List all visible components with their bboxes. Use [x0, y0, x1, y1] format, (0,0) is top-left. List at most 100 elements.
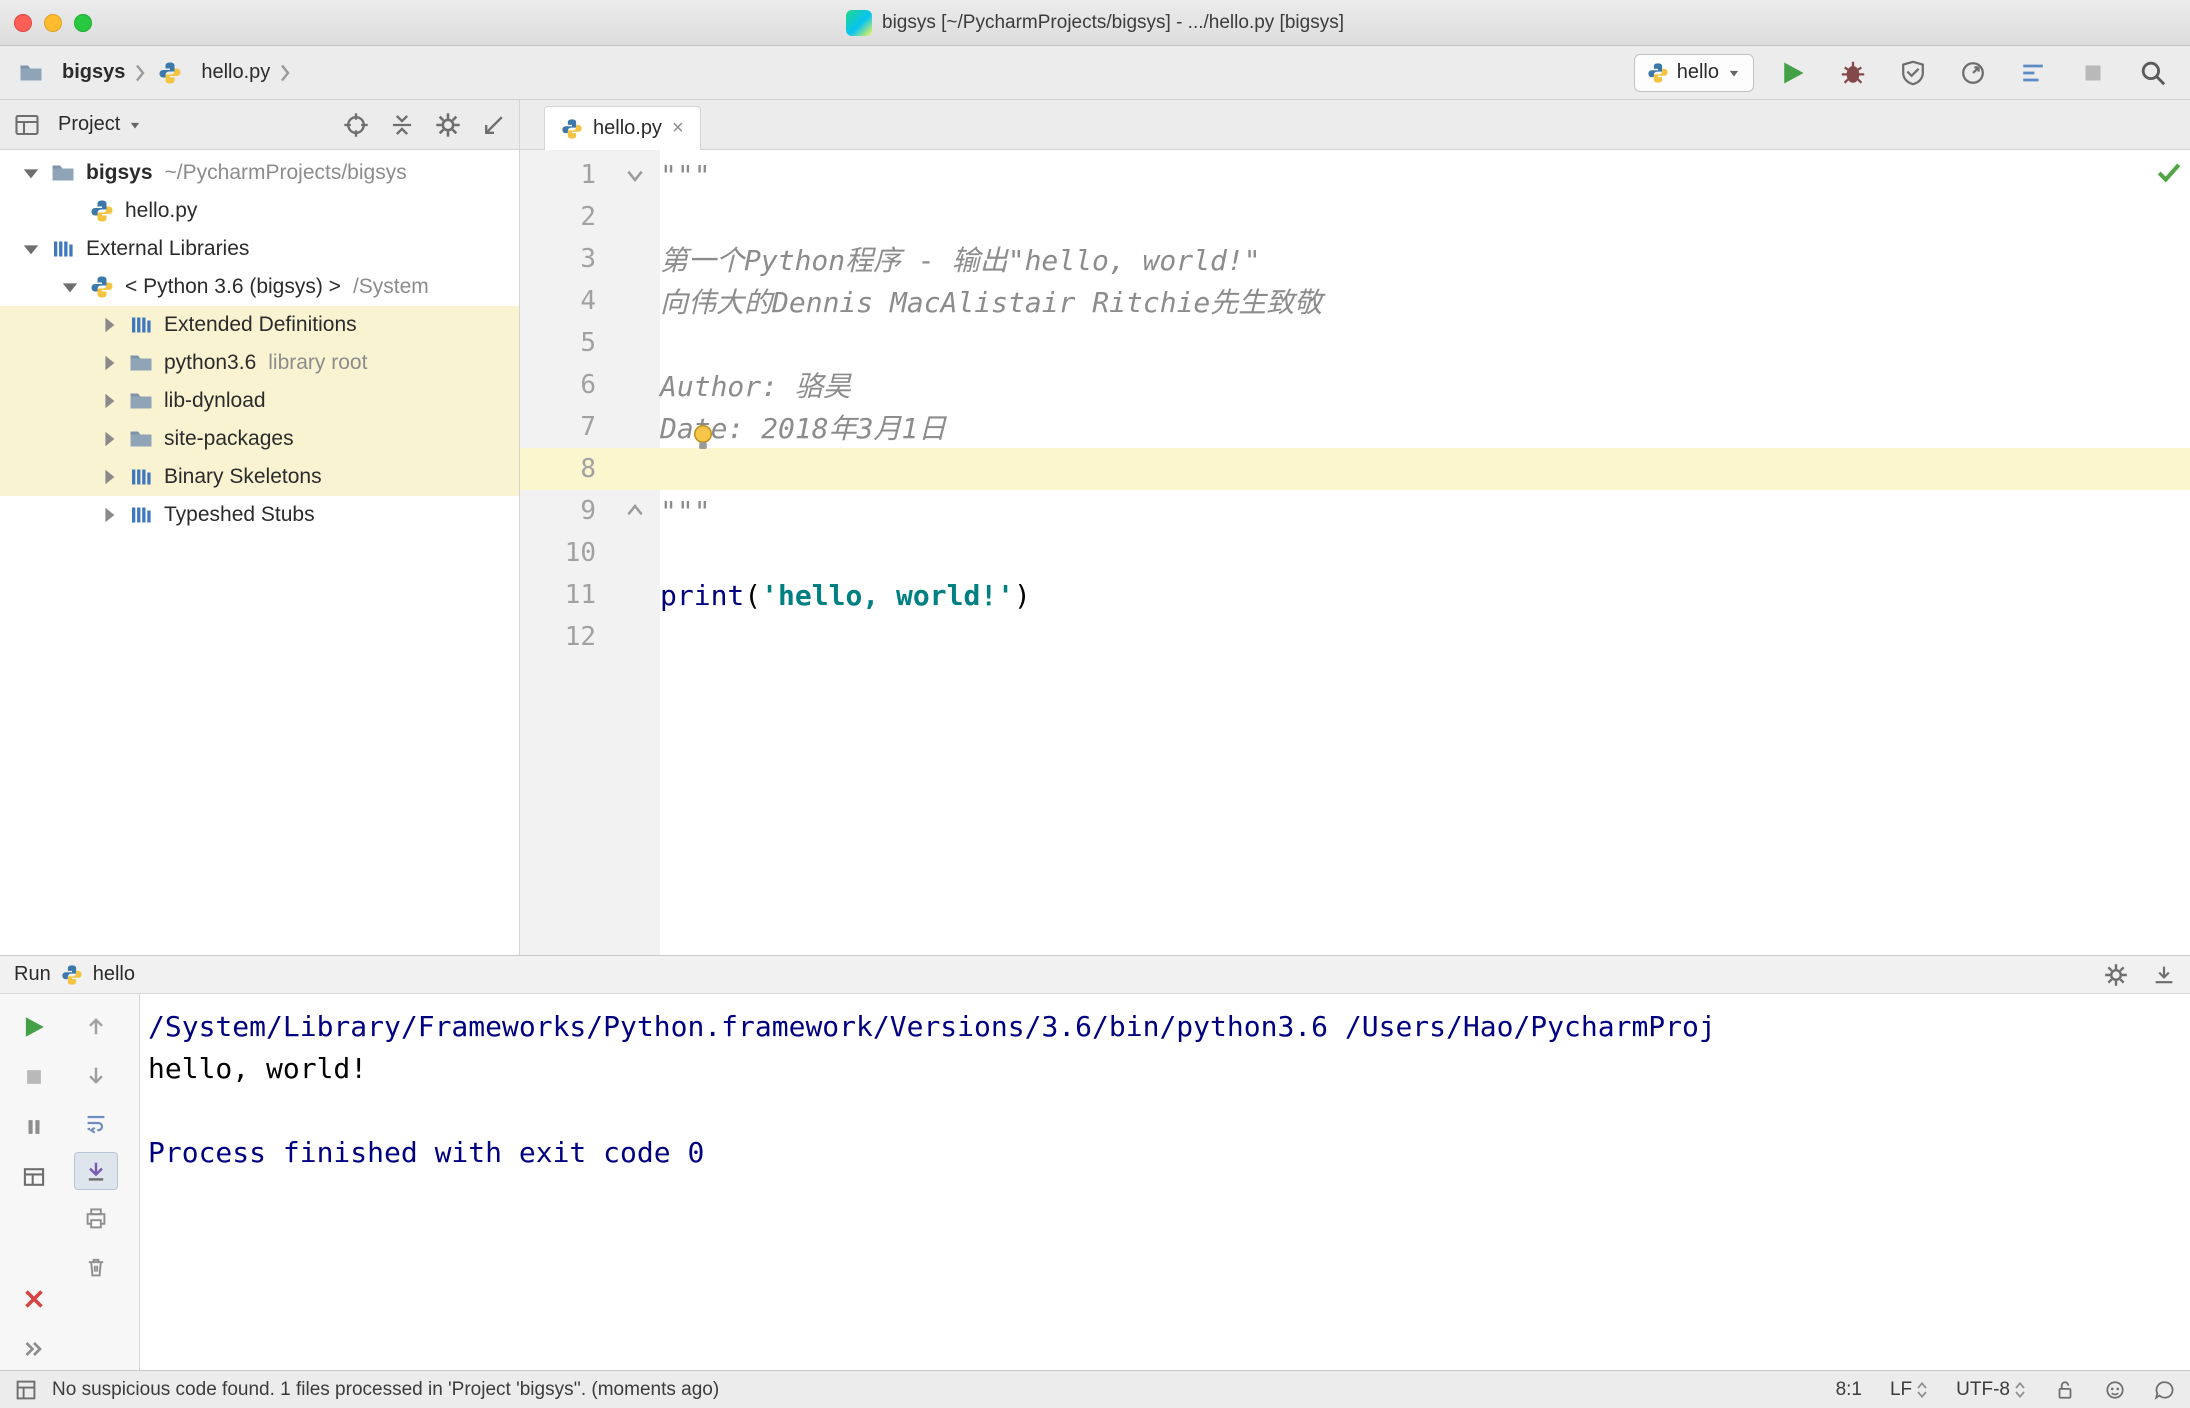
tree-item-binary-skeletons[interactable]: Binary Skeletons: [0, 458, 519, 496]
editor-tab-bar: hello.py ×: [520, 100, 2190, 150]
chevron-collapsed-icon[interactable]: [92, 392, 126, 410]
chevron-expanded-icon[interactable]: [53, 278, 87, 296]
intention-bulb-icon[interactable]: [688, 422, 718, 452]
code-text[interactable]: """: [660, 495, 2190, 528]
chevron-updown-icon: [2015, 1381, 2025, 1398]
run-with-coverage-button[interactable]: [1892, 53, 1934, 93]
chevron-collapsed-icon[interactable]: [92, 354, 126, 372]
toolwindow-toggle-icon[interactable]: [14, 1378, 38, 1402]
code-text[interactable]: 第一个Python程序 - 输出"hello, world!": [660, 239, 2190, 279]
line-separator-widget[interactable]: LF: [1890, 1379, 1928, 1401]
tree-item-label: site-packages: [164, 427, 294, 450]
tab-hello-py[interactable]: hello.py ×: [544, 106, 701, 150]
status-message[interactable]: No suspicious code found. 1 files proces…: [52, 1379, 719, 1401]
lock-icon[interactable]: [2054, 1379, 2076, 1401]
python-file-icon: [155, 61, 185, 85]
console-line: /System/Library/Frameworks/Python.framew…: [148, 1010, 1716, 1043]
tree-item-bigsys[interactable]: bigsys ~/PycharmProjects/bigsys: [0, 154, 519, 192]
tree-item-extended-definitions[interactable]: Extended Definitions: [0, 306, 519, 344]
pause-output-button[interactable]: [12, 1108, 56, 1146]
up-stack-trace-button[interactable]: [74, 1008, 118, 1046]
code-line-1: 1 """: [520, 154, 2190, 196]
caret-position-widget[interactable]: 8:1: [1836, 1379, 1862, 1401]
down-stack-trace-button[interactable]: [74, 1056, 118, 1094]
collapse-all-button[interactable]: [389, 112, 415, 138]
chevron-expanded-icon[interactable]: [14, 164, 48, 182]
chevron-collapsed-icon[interactable]: [92, 316, 126, 334]
scroll-to-end-button[interactable]: [74, 1152, 118, 1190]
chevron-expanded-icon[interactable]: [14, 240, 48, 258]
more-actions-icon[interactable]: [12, 1330, 56, 1368]
minimize-window-button[interactable]: [44, 13, 62, 32]
restore-layout-button[interactable]: [12, 1158, 56, 1196]
project-panel-title[interactable]: Project: [58, 113, 142, 136]
code-reformat-button[interactable]: [2012, 53, 2054, 93]
line-number: 4: [580, 286, 596, 316]
python-file-icon: [61, 964, 83, 986]
tree-item-label: Binary Skeletons: [164, 465, 322, 488]
code-text[interactable]: 向伟大的Dennis MacAlistair Ritchie先生致敬: [660, 281, 2190, 321]
code-line-7: 7 Date: 2018年3月1日: [520, 406, 2190, 448]
run-button[interactable]: [1772, 53, 1814, 93]
inspection-ok-icon[interactable]: [2156, 160, 2182, 186]
code-editor[interactable]: 1 """ 2 3 第一个Python程序 - 输出"hello, world!" 4 向伟…: [520, 150, 2190, 955]
event-log-icon[interactable]: [2154, 1379, 2176, 1401]
code-text[interactable]: Date: 2018年3月1日: [660, 407, 2190, 447]
clear-console-button[interactable]: [74, 1248, 118, 1286]
tree-item-label: Typeshed Stubs: [164, 503, 315, 526]
python-file-icon: [561, 118, 583, 140]
chevron-collapsed-icon[interactable]: [92, 468, 126, 486]
code-text[interactable]: Author: 骆昊: [660, 365, 2190, 405]
inspection-profile-icon[interactable]: [2104, 1379, 2126, 1401]
tree-item-suffix: library root: [268, 351, 368, 374]
tree-item-python3-6[interactable]: python3.6 library root: [0, 344, 519, 382]
line-number: 6: [580, 370, 596, 400]
soft-wrap-button[interactable]: [74, 1104, 118, 1142]
chevron-collapsed-icon[interactable]: [92, 506, 126, 524]
gear-icon[interactable]: [435, 112, 461, 138]
search-everywhere-icon[interactable]: [2132, 53, 2174, 93]
tree-item-typeshed-stubs[interactable]: Typeshed Stubs: [0, 496, 519, 534]
folder-icon: [16, 61, 46, 85]
console-line: Process finished with exit code 0: [148, 1136, 705, 1169]
fold-marker-icon[interactable]: [610, 501, 660, 521]
code-text[interactable]: """: [660, 159, 2190, 192]
zoom-window-button[interactable]: [74, 13, 92, 32]
chevron-collapsed-icon[interactable]: [92, 430, 126, 448]
fold-marker-icon[interactable]: [610, 165, 660, 185]
encoding-widget[interactable]: UTF-8: [1956, 1379, 2026, 1401]
titlebar: bigsys [~/PycharmProjects/bigsys] - .../…: [0, 0, 2190, 46]
tree-item-python-3-6-bigsys[interactable]: < Python 3.6 (bigsys) > /System: [0, 268, 519, 306]
breadcrumb-file[interactable]: hello.py: [201, 61, 270, 84]
debug-button[interactable]: [1832, 53, 1874, 93]
pycharm-window: bigsys [~/PycharmProjects/bigsys] - .../…: [0, 0, 2190, 1408]
close-tab-icon[interactable]: ×: [672, 117, 684, 140]
code-line-3: 3 第一个Python程序 - 输出"hello, world!": [520, 238, 2190, 280]
run-settings-gear-icon[interactable]: [2104, 963, 2128, 987]
locate-file-button[interactable]: [343, 112, 369, 138]
tree-item-site-packages[interactable]: site-packages: [0, 420, 519, 458]
code-text[interactable]: print('hello, world!'): [660, 579, 2190, 612]
breadcrumb-project[interactable]: bigsys: [62, 61, 125, 84]
hide-panel-button[interactable]: [481, 112, 507, 138]
folder-icon: [126, 427, 156, 451]
hide-run-panel-button[interactable]: [2152, 963, 2176, 987]
close-window-button[interactable]: [14, 13, 32, 32]
tree-item-lib-dynload[interactable]: lib-dynload: [0, 382, 519, 420]
profiler-button[interactable]: [1952, 53, 1994, 93]
print-button[interactable]: [74, 1200, 118, 1238]
chevron-down-icon: [131, 122, 140, 128]
tree-item-hello-py[interactable]: hello.py: [0, 192, 519, 230]
window-title: bigsys [~/PycharmProjects/bigsys] - .../…: [882, 11, 1344, 33]
project-view-icon: [12, 113, 42, 137]
run-panel-title[interactable]: Run: [14, 963, 51, 986]
tree-item-external-libraries[interactable]: External Libraries: [0, 230, 519, 268]
rerun-button[interactable]: [12, 1008, 56, 1046]
code-line-9: 9 """: [520, 490, 2190, 532]
console-output[interactable]: /System/Library/Frameworks/Python.framew…: [140, 994, 2190, 1370]
libraries-icon: [48, 237, 78, 261]
run-configuration-selector[interactable]: hello: [1633, 53, 1754, 92]
close-console-button[interactable]: [12, 1280, 56, 1318]
python-file-icon: [1647, 62, 1669, 84]
